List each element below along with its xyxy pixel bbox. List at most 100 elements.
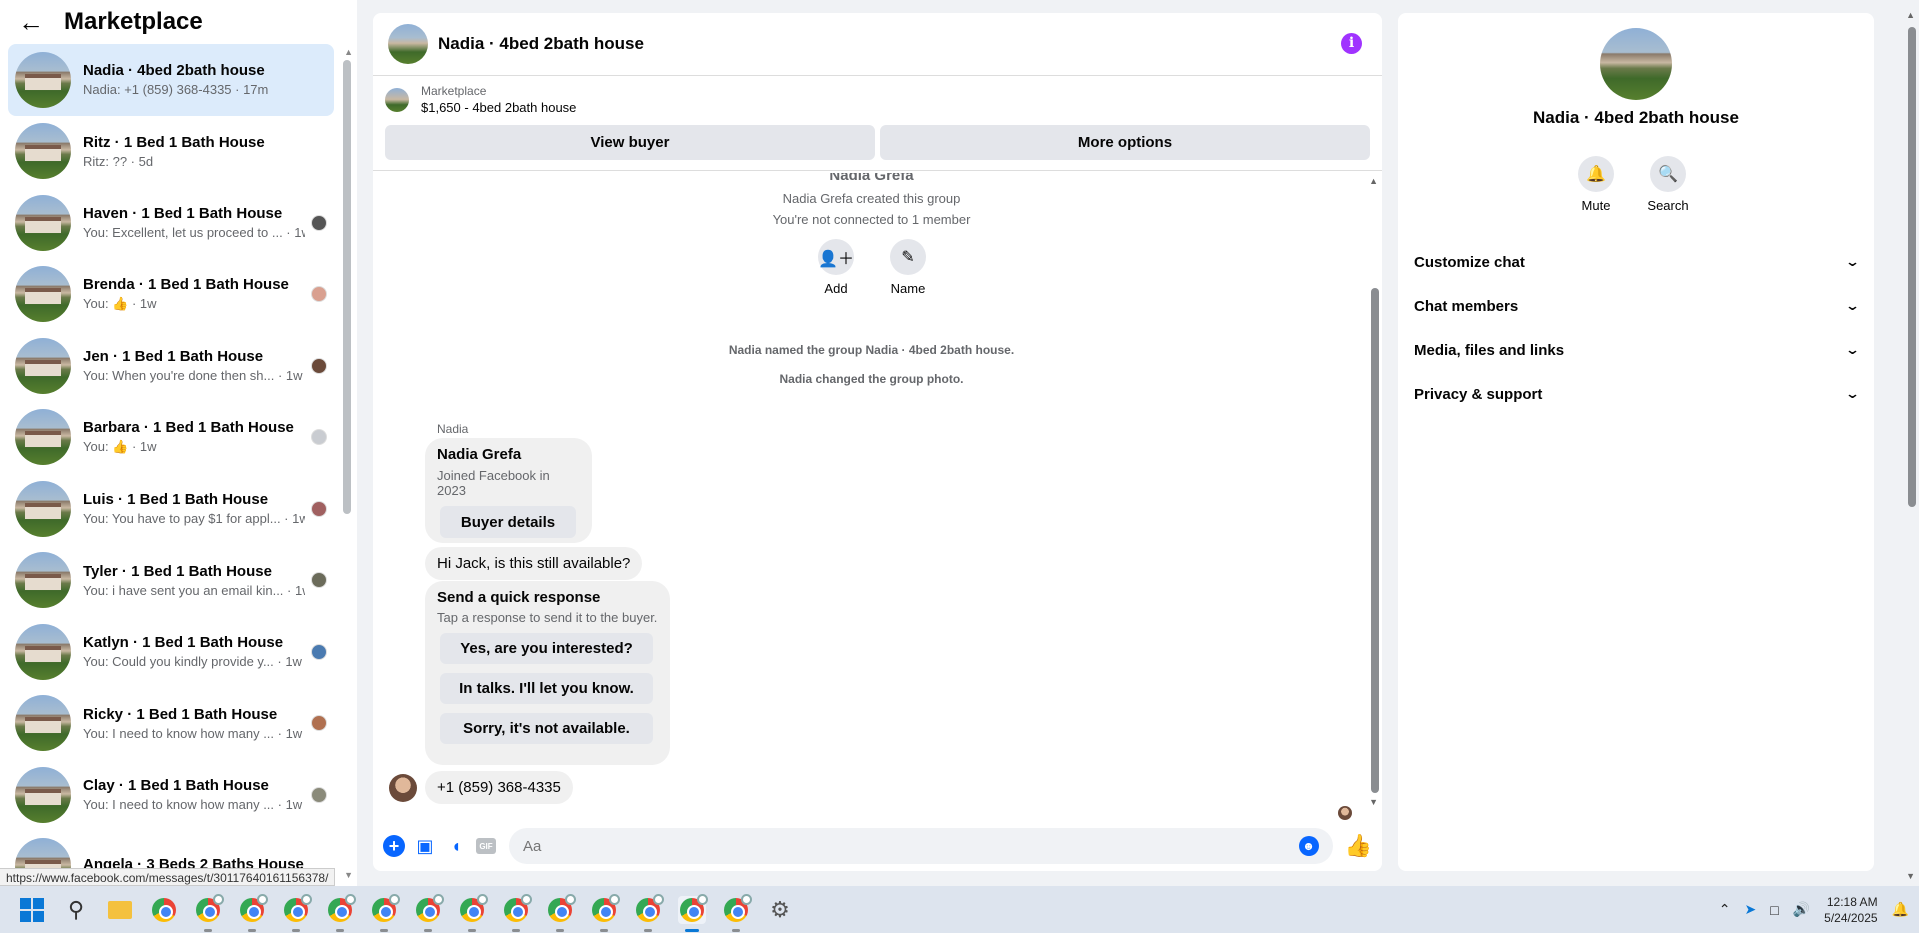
quick-reply-in-talks-button[interactable]: In talks. I'll let you know.	[440, 673, 653, 704]
chat-members-section[interactable]: Chat members ⌄	[1414, 284, 1861, 328]
chrome-profile-icon[interactable]	[238, 893, 268, 932]
listing-thumbnail	[15, 409, 71, 466]
marketplace-listing-bar[interactable]: Marketplace $1,650 - 4bed 2bath house	[373, 76, 1382, 119]
listing-thumbnail	[15, 623, 71, 680]
conversation-snippet: You: When you're done then sh... · 1w	[83, 368, 303, 384]
chrome-profile-icon[interactable]	[634, 893, 664, 932]
conversation-item[interactable]: Katlyn · 1 Bed 1 Bath House You: Could y…	[8, 616, 334, 688]
page-scrollbar[interactable]	[1908, 27, 1916, 507]
listing-thumbnail	[15, 552, 71, 609]
customize-chat-section[interactable]: Customize chat ⌄	[1414, 240, 1860, 284]
chat-avatar[interactable]	[388, 24, 428, 64]
chrome-profile-icon[interactable]	[326, 893, 356, 932]
conversation-item[interactable]: Nadia · 4bed 2bath house Nadia: +1 (859)…	[8, 44, 334, 116]
conversation-item[interactable]: Clay · 1 Bed 1 Bath House You: I need to…	[8, 759, 334, 831]
privacy-support-section[interactable]: Privacy & support ⌄	[1414, 372, 1860, 416]
sticker-icon[interactable]: ◖	[445, 835, 467, 857]
chevron-down-icon: ⌄	[1844, 298, 1861, 313]
windows-start-icon[interactable]	[18, 896, 46, 924]
sidebar-scrollbar[interactable]	[343, 60, 351, 514]
photo-icon[interactable]: ▣	[414, 835, 436, 857]
buyer-info-card: Nadia Grefa Joined Facebook in 2023 Buye…	[425, 438, 592, 543]
quick-reply-interested-button[interactable]: Yes, are you interested?	[440, 633, 653, 664]
quick-response-card: Send a quick response Tap a response to …	[425, 581, 670, 765]
conversation-snippet: You: I need to know how many ... · 1w	[83, 725, 303, 741]
sidebar-title: Marketplace	[64, 8, 203, 35]
emoji-icon[interactable]: ☻	[1298, 836, 1319, 856]
chrome-profile-icon[interactable]	[370, 893, 400, 932]
scroll-up-arrow-icon[interactable]: ▲	[1906, 10, 1915, 20]
notification-bell-icon[interactable]: 🔔	[1892, 901, 1909, 918]
plus-icon[interactable]: +	[383, 835, 405, 857]
info-icon[interactable]: i	[1341, 33, 1362, 54]
conversation-name: Luis · 1 Bed 1 Bath House	[83, 491, 269, 509]
gif-icon[interactable]: GIF	[476, 838, 496, 854]
conversation-item[interactable]: Ricky · 1 Bed 1 Bath House You: I need t…	[8, 688, 334, 760]
mute-action[interactable]: 🔔 Mute	[1578, 156, 1614, 213]
conversation-item[interactable]: Luis · 1 Bed 1 Bath House You: You have …	[8, 473, 334, 545]
location-arrow-icon[interactable]: ➤	[1745, 901, 1757, 918]
search-icon: 🔍	[1650, 156, 1686, 192]
view-buyer-button[interactable]: View buyer	[385, 125, 875, 160]
link-status-url: https://www.facebook.com/messages/t/3011…	[0, 868, 336, 886]
rename-group-action[interactable]: ✎ Name	[888, 239, 928, 296]
network-icon[interactable]: □	[1770, 902, 1778, 918]
conversation-item[interactable]: Tyler · 1 Bed 1 Bath House You: i have s…	[8, 545, 334, 617]
listing-thumbnail	[15, 695, 71, 752]
message-thread: Nadia Grefa Nadia Grefa created this gro…	[373, 173, 1370, 821]
sender-name: Nadia	[437, 422, 469, 436]
speaker-icon[interactable]: 🔊	[1793, 901, 1810, 918]
search-icon[interactable]: ⚲	[62, 896, 90, 924]
conversation-item[interactable]: Ritz · 1 Bed 1 Bath House Ritz: ?? · 5d	[8, 116, 334, 188]
quick-reply-not-available-button[interactable]: Sorry, it's not available.	[440, 713, 653, 744]
conversation-item[interactable]: Jen · 1 Bed 1 Bath House You: When you'r…	[8, 330, 334, 402]
scroll-up-arrow-icon[interactable]: ▲	[344, 47, 353, 57]
chrome-profile-icon-active[interactable]	[678, 893, 708, 932]
chrome-icon[interactable]	[150, 896, 178, 924]
file-explorer-icon[interactable]	[106, 896, 134, 924]
arrow-left-icon[interactable]: ←	[18, 9, 44, 35]
group-name: Nadia · 4bed 2bath house	[1533, 108, 1739, 127]
conversation-name: Tyler · 1 Bed 1 Bath House	[83, 562, 272, 580]
mute-label: Mute	[1581, 198, 1611, 213]
seen-avatar	[311, 214, 327, 231]
add-label: Add	[824, 281, 848, 296]
chevron-up-icon[interactable]: ⌃	[1719, 901, 1731, 918]
add-member-action[interactable]: 👤＋ Add	[816, 239, 856, 296]
chrome-profile-icon[interactable]	[414, 893, 444, 932]
thumbs-up-icon[interactable]: 👍	[1345, 833, 1372, 859]
chrome-profile-icon[interactable]	[722, 893, 752, 932]
settings-gear-icon[interactable]: ⚙	[766, 896, 794, 924]
chrome-profile-icon[interactable]	[282, 893, 312, 932]
search-action[interactable]: 🔍 Search	[1647, 156, 1689, 213]
chat-title[interactable]: Nadia · 4bed 2bath house	[438, 34, 644, 54]
group-photo[interactable]	[1600, 28, 1672, 100]
scroll-down-arrow-icon[interactable]: ▼	[344, 870, 353, 880]
scroll-down-arrow-icon[interactable]: ▼	[1369, 797, 1378, 807]
conversation-item[interactable]: Haven · 1 Bed 1 Bath House You: Excellen…	[8, 187, 334, 259]
conversation-item[interactable]: Barbara · 1 Bed 1 Bath House You: 👍 · 1w	[8, 402, 334, 474]
chrome-profile-icon[interactable]	[194, 893, 224, 932]
chrome-profile-icon[interactable]	[458, 893, 488, 932]
clock[interactable]: 12:18 AM 5/24/2025	[1824, 894, 1877, 926]
chrome-profile-icon[interactable]	[546, 893, 576, 932]
sidebar-header: ← Marketplace	[0, 0, 357, 44]
conversation-list: Nadia · 4bed 2bath house Nadia: +1 (859)…	[8, 44, 334, 886]
pencil-icon: ✎	[890, 239, 926, 275]
buyer-details-button[interactable]: Buyer details	[440, 506, 576, 538]
sender-avatar[interactable]	[389, 774, 417, 802]
chrome-profile-icon[interactable]	[590, 893, 620, 932]
conversation-snippet: You: Excellent, let us proceed to ... · …	[83, 225, 305, 241]
conversation-name: Nadia · 4bed 2bath house	[83, 62, 265, 80]
thread-scrollbar[interactable]	[1371, 288, 1379, 793]
listing-thumbnail	[15, 480, 71, 537]
chrome-profile-icon[interactable]	[502, 893, 532, 932]
more-options-button[interactable]: More options	[880, 125, 1370, 160]
listing-thumbnail	[385, 87, 409, 112]
section-label: Customize chat	[1414, 253, 1525, 271]
conversation-item[interactable]: Brenda · 1 Bed 1 Bath House You: 👍 · 1w	[8, 259, 334, 331]
scroll-down-arrow-icon[interactable]: ▼	[1906, 871, 1915, 881]
message-input[interactable]	[523, 837, 1299, 855]
scroll-up-arrow-icon[interactable]: ▲	[1369, 176, 1378, 186]
media-files-links-section[interactable]: Media, files and links ⌄	[1414, 328, 1860, 372]
